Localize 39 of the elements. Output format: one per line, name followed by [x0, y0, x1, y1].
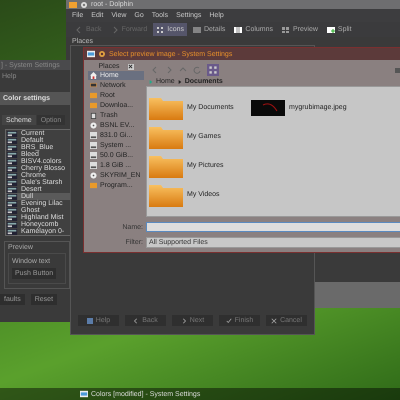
- forward-icon: [110, 26, 119, 34]
- back-icon: [75, 26, 83, 34]
- name-field[interactable]: [146, 222, 400, 232]
- trash-icon: [90, 112, 97, 119]
- columns-icon: [234, 26, 242, 34]
- thumbnails-icon: [282, 26, 290, 34]
- grid-icon: [156, 26, 164, 34]
- forward-icon[interactable]: [165, 66, 173, 74]
- close-button[interactable]: [128, 64, 134, 70]
- drive-icon: [90, 162, 97, 169]
- arrow-icon: [149, 80, 153, 84]
- forward-icon: [180, 318, 187, 324]
- drive-icon: [90, 132, 97, 139]
- checkmark-icon: [226, 318, 232, 324]
- list-icon: [192, 26, 201, 34]
- folder-icon: [149, 154, 183, 178]
- cross-icon: [271, 318, 278, 324]
- folder-icon: [149, 124, 183, 148]
- up-icon[interactable]: [179, 66, 187, 74]
- network-icon: [90, 82, 97, 89]
- back-icon: [133, 318, 140, 324]
- reload-icon[interactable]: [193, 66, 201, 74]
- image-thumbnail: [251, 100, 285, 116]
- disc-icon: [90, 122, 97, 129]
- folder-icon: [149, 96, 183, 120]
- arrow-icon: [178, 80, 182, 84]
- folder-icon: [149, 182, 183, 206]
- folder-icon: [90, 182, 97, 189]
- drive-icon[interactable]: [394, 66, 400, 74]
- window-icon: [87, 50, 95, 58]
- back-icon[interactable]: [151, 66, 159, 74]
- split-icon: [326, 26, 335, 34]
- drive-icon: [90, 142, 97, 149]
- icon-view-icon[interactable]: [207, 64, 219, 76]
- drive-icon: [90, 152, 97, 159]
- folder-icon: [69, 0, 77, 8]
- home-icon: [90, 72, 97, 79]
- help-icon: [86, 318, 93, 324]
- disc-icon: [90, 172, 97, 179]
